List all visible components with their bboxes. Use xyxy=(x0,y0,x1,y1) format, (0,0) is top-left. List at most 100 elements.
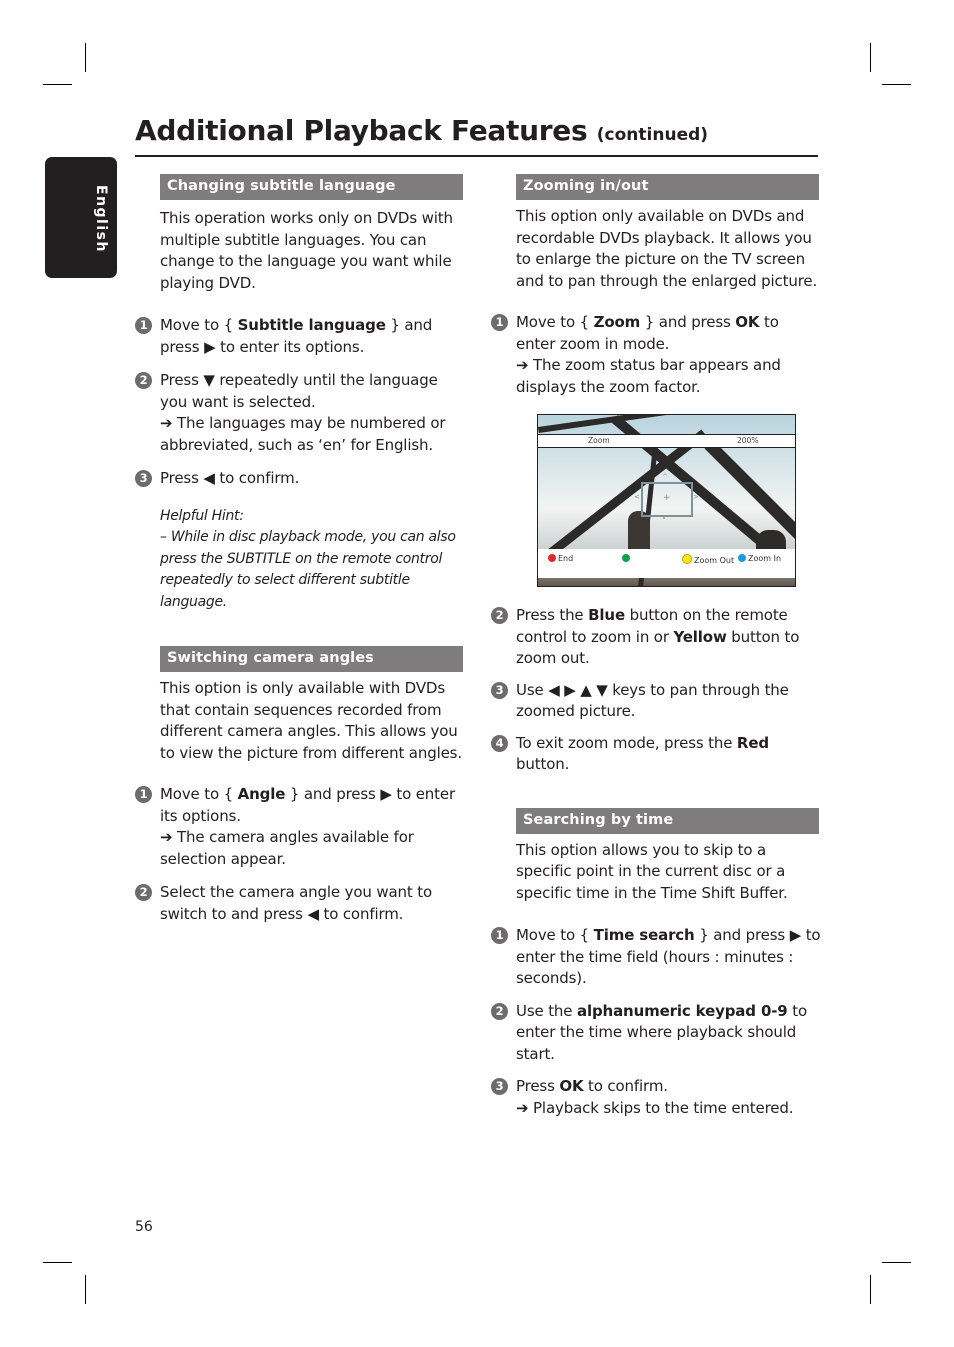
step-text: } and press xyxy=(640,313,736,331)
step-number-badge: 2 xyxy=(135,372,152,389)
crop-mark xyxy=(85,1275,86,1304)
step-keyword: OK xyxy=(559,1077,584,1095)
crop-mark xyxy=(870,1275,871,1304)
step-number-badge: 1 xyxy=(135,786,152,803)
step-text: Use the xyxy=(516,1001,577,1020)
center-crosshair-icon: + xyxy=(663,493,671,503)
legend-label: Zoom Out xyxy=(694,556,735,565)
zoom-status-bar: Zoom 200% xyxy=(538,434,795,448)
step-text: to confirm. xyxy=(583,1077,668,1095)
section-heading-zoom: Zooming in/out xyxy=(516,174,819,200)
step-number-badge: 1 xyxy=(135,317,152,334)
pan-up-icon: ^ xyxy=(662,473,668,481)
crop-mark xyxy=(85,43,86,72)
zoom-status-label: Zoom xyxy=(588,436,610,445)
step-number-badge: 3 xyxy=(135,470,152,487)
section-heading-subtitle: Changing subtitle language xyxy=(160,174,463,200)
step-text: Press xyxy=(516,1077,560,1095)
hint-title: Helpful Hint: xyxy=(160,507,244,524)
crop-mark xyxy=(882,84,911,85)
crop-mark xyxy=(43,84,72,85)
step-text: To exit zoom mode, press the xyxy=(516,733,737,752)
green-button-icon xyxy=(622,554,630,562)
language-tab: English xyxy=(45,157,117,278)
step-number-badge: 4 xyxy=(491,734,508,752)
pan-right-icon: > xyxy=(693,493,699,501)
step-text: Move to { xyxy=(160,316,238,334)
zoom-step-4: 4 To exit zoom mode, press the Red butto… xyxy=(491,733,821,776)
section-heading-time: Searching by time xyxy=(516,807,819,834)
legend-zoom-out: Zoom Out xyxy=(682,554,734,566)
step-result: ➔ The zoom status bar appears and displa… xyxy=(516,356,781,396)
step-keyword: Red xyxy=(736,733,769,752)
step-keyword: Subtitle language xyxy=(237,316,386,334)
crop-mark xyxy=(43,1262,72,1263)
zoom-status-value: 200% xyxy=(737,436,759,445)
step-result: ➔ The camera angles available for select… xyxy=(160,828,414,868)
step-number-badge: 3 xyxy=(491,1078,508,1095)
camera-intro: This option is only available with DVDs … xyxy=(160,679,462,762)
step-text: Press the xyxy=(516,606,589,624)
step-keyword: Blue xyxy=(588,606,625,624)
time-step-3: 3 Press OK to confirm. ➔ Playback skips … xyxy=(491,1076,821,1119)
step-text: Use ◀ ▶ ▲ ▼ keys to pan through the zoom… xyxy=(516,680,789,721)
page-title-main: Additional Playback Features xyxy=(135,114,588,147)
camera-step-1: 1 Move to { Angle } and press ▶ to enter… xyxy=(135,784,465,870)
subtitle-step-3: 3 Press ◀ to confirm. xyxy=(135,468,465,490)
legend-end: End xyxy=(548,554,573,564)
step-keyword: OK xyxy=(735,313,760,331)
step-number-badge: 2 xyxy=(491,607,508,624)
legend-zoom-in: Zoom In xyxy=(738,554,781,564)
page-title-suffix: (continued) xyxy=(596,125,709,145)
section-heading-camera: Switching camera angles xyxy=(160,646,463,672)
zoom-step-1: 1 Move to { Zoom } and press OK to enter… xyxy=(491,312,821,398)
step-keyword: Time search xyxy=(593,926,695,944)
step-text: Select the camera angle you want to swit… xyxy=(160,883,432,923)
yellow-button-icon xyxy=(682,554,692,564)
step-text: button. xyxy=(516,755,570,773)
zoom-screen-illustration: Zoom 200% ^ v < > + End Zoom Out Zoom In xyxy=(537,414,796,587)
language-tab-label: English xyxy=(93,185,109,253)
subtitle-intro: This operation works only on DVDs with m… xyxy=(160,209,453,292)
step-text: Press ◀ to confirm. xyxy=(160,469,300,487)
page-number: 56 xyxy=(135,1219,153,1235)
legend-label: Zoom In xyxy=(748,554,782,563)
camera-step-2: 2 Select the camera angle you want to sw… xyxy=(135,882,465,925)
left-column: Changing subtitle language This operatio… xyxy=(135,174,465,925)
right-column: Zooming in/out This option only availabl… xyxy=(491,174,821,1119)
zoom-step-2: 2 Press the Blue button on the remote co… xyxy=(491,605,821,670)
page-title: Additional Playback Features (continued) xyxy=(135,114,818,147)
helpful-hint: Helpful Hint: – While in disc playback m… xyxy=(160,506,465,614)
step-number-badge: 1 xyxy=(491,314,508,331)
step-number-badge: 1 xyxy=(491,927,508,944)
title-rule xyxy=(135,155,818,157)
time-step-2: 2 Use the alphanumeric keypad 0-9 to ent… xyxy=(491,1001,821,1066)
step-number-badge: 2 xyxy=(491,1002,508,1020)
crop-mark xyxy=(870,43,871,72)
zoom-intro: This option only available on DVDs and r… xyxy=(516,207,818,290)
crop-mark xyxy=(882,1262,911,1263)
step-keyword: Yellow xyxy=(673,627,727,646)
pan-left-icon: < xyxy=(634,493,640,501)
zoom-color-key-bar: End Zoom Out Zoom In xyxy=(538,549,795,578)
zoom-step-3: 3 Use ◀ ▶ ▲ ▼ keys to pan through the zo… xyxy=(491,680,821,723)
step-text: Move to { xyxy=(516,313,594,331)
time-intro: This option allows you to skip to a spec… xyxy=(516,840,788,902)
step-keyword: Zoom xyxy=(593,313,641,331)
step-text: Move to { xyxy=(516,926,594,944)
legend-green xyxy=(622,554,632,564)
step-result: ➔ The languages may be numbered or abbre… xyxy=(160,414,446,454)
step-text: Move to { xyxy=(160,785,238,803)
step-text: Press ▼ repeatedly until the language yo… xyxy=(160,371,438,411)
subtitle-step-1: 1 Move to { Subtitle language } and pres… xyxy=(135,315,465,358)
blue-button-icon xyxy=(738,554,746,562)
step-number-badge: 3 xyxy=(491,681,508,699)
photo-silhouette xyxy=(628,511,650,551)
time-step-1: 1 Move to { Time search } and press ▶ to… xyxy=(491,925,821,990)
step-result: ➔ Playback skips to the time entered. xyxy=(516,1098,794,1117)
hint-text: – While in disc playback mode, you can a… xyxy=(160,529,456,610)
legend-label: End xyxy=(558,554,574,563)
red-button-icon xyxy=(548,554,556,562)
pan-down-icon: v xyxy=(662,513,667,521)
subtitle-step-2: 2 Press ▼ repeatedly until the language … xyxy=(135,370,465,456)
